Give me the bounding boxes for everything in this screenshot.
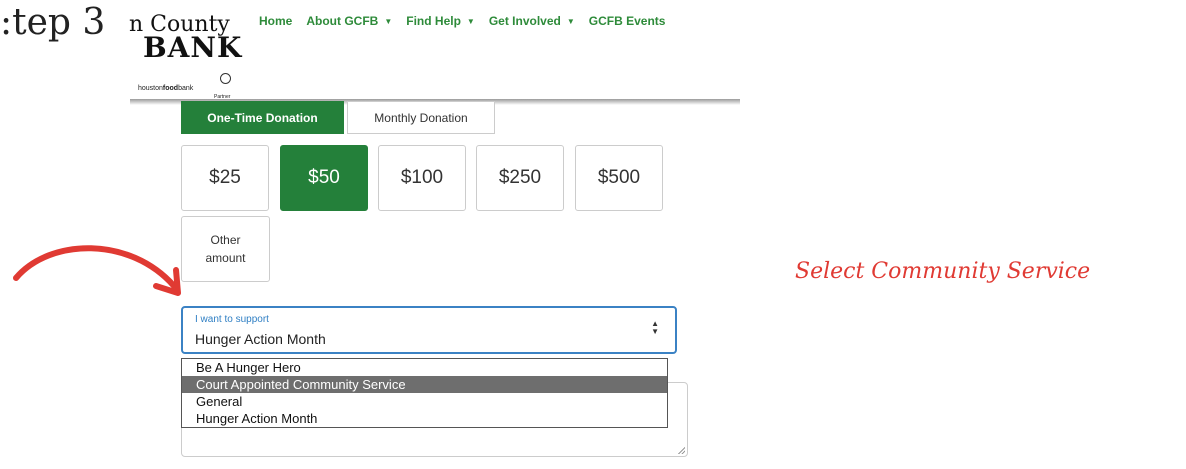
resize-handle-icon[interactable] (678, 447, 685, 454)
donation-frequency-toggle: One-Time Donation Monthly Donation (181, 101, 498, 134)
chevron-down-icon: ▼ (384, 16, 393, 26)
amount-25-button[interactable]: $25 (181, 145, 269, 211)
apple-icon (220, 73, 231, 84)
amount-500-button[interactable]: $500 (575, 145, 663, 211)
nav-home[interactable]: Home (259, 14, 292, 28)
chevron-down-icon: ▼ (566, 16, 575, 26)
partner-logo-text: houstonfoodbank (138, 85, 194, 92)
option-be-a-hunger-hero[interactable]: Be A Hunger Hero (182, 359, 667, 376)
nav-gcfb-events[interactable]: GCFB Events (589, 14, 666, 28)
option-hunger-action-month[interactable]: Hunger Action Month (182, 410, 667, 427)
support-select-label: I want to support (195, 314, 269, 325)
other-amount-line1: Other (210, 233, 241, 247)
main-nav: Home About GCFB ▼ Find Help ▼ Get Involved… (259, 14, 679, 28)
nav-find-help[interactable]: Find Help ▼ (406, 14, 475, 28)
sort-arrows-icon: ▲ ▼ (651, 319, 659, 336)
support-options-list: Be A Hunger Hero Court Appointed Communi… (181, 358, 668, 428)
support-select[interactable]: I want to support Hunger Action Month ▲ ▼ (181, 306, 677, 354)
chevron-down-icon: ▼ (466, 16, 475, 26)
one-time-donation-button[interactable]: One-Time Donation (181, 101, 344, 134)
nav-get-involved[interactable]: Get Involved ▼ (489, 14, 575, 28)
nav-about-gcfb[interactable]: About GCFB ▼ (306, 14, 392, 28)
support-select-value: Hunger Action Month (195, 331, 326, 347)
logo-bank-text: BANK (143, 31, 243, 64)
step-label: tep 3: (0, 2, 106, 43)
option-court-appointed-community-service[interactable]: Court Appointed Community Service (182, 376, 667, 393)
monthly-donation-button[interactable]: Monthly Donation (347, 101, 495, 134)
amount-50-button[interactable]: $50 (280, 145, 368, 211)
amount-250-button[interactable]: $250 (476, 145, 564, 211)
red-arrow-annotation (13, 245, 181, 296)
option-general[interactable]: General (182, 393, 667, 410)
other-amount-line2: amount (205, 251, 246, 265)
annotation-text: Select Community Service (795, 259, 1091, 284)
amount-100-button[interactable]: $100 (378, 145, 466, 211)
